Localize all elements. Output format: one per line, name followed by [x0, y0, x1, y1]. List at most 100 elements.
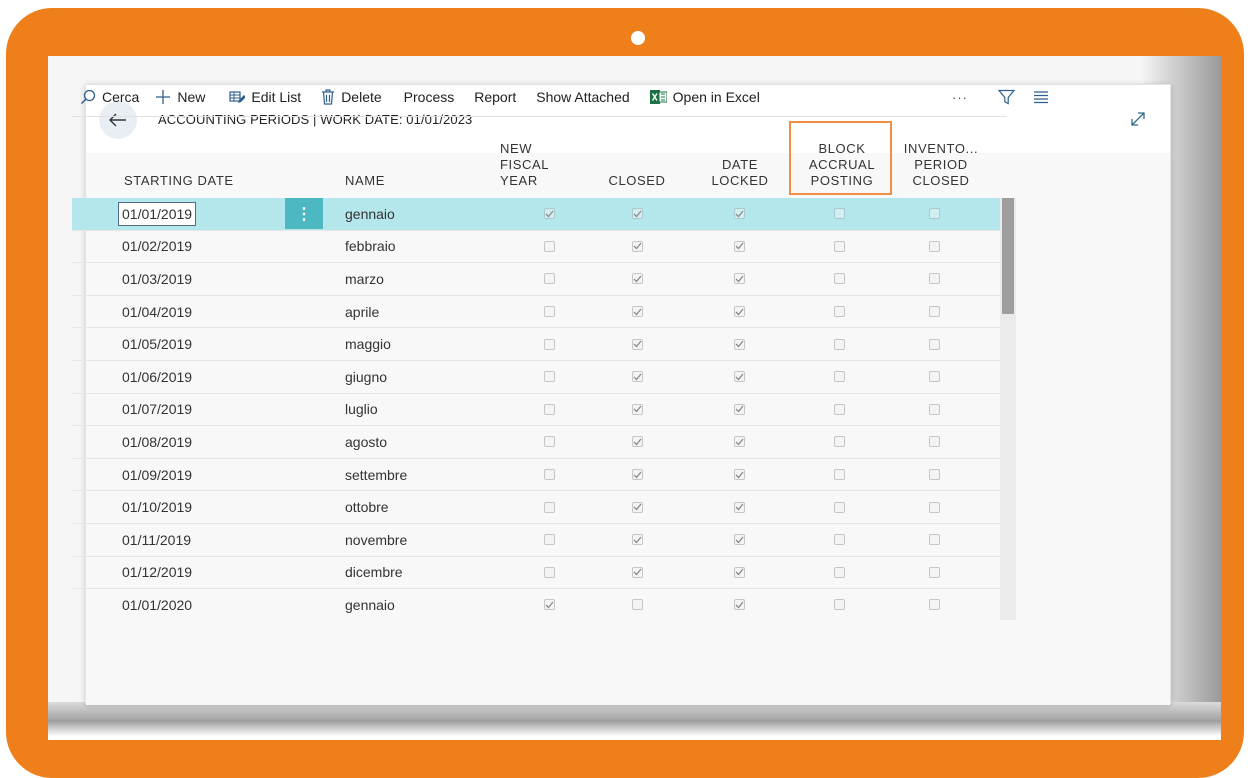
- inventory-closed-checkbox[interactable]: [928, 566, 940, 578]
- name-cell[interactable]: giugno: [345, 361, 455, 393]
- vertical-scrollbar[interactable]: [1000, 198, 1016, 620]
- block-accrual-checkbox[interactable]: [833, 599, 845, 611]
- block-accrual-checkbox[interactable]: [833, 240, 845, 252]
- scrollbar-thumb[interactable]: [1002, 198, 1014, 314]
- name-cell[interactable]: gennaio: [345, 589, 455, 620]
- block-accrual-checkbox[interactable]: [833, 534, 845, 546]
- closed-checkbox[interactable]: [631, 436, 643, 448]
- starting-date-cell[interactable]: 01/08/2019: [122, 426, 242, 458]
- inventory-closed-checkbox[interactable]: [928, 240, 940, 252]
- col-closed[interactable]: CLOSED: [607, 173, 667, 189]
- table-row[interactable]: 01/11/2019 novembre: [72, 524, 1000, 557]
- name-cell[interactable]: maggio: [345, 328, 455, 360]
- date-locked-checkbox[interactable]: [733, 403, 745, 415]
- closed-checkbox[interactable]: [631, 240, 643, 252]
- starting-date-cell[interactable]: 01/01/2019: [118, 198, 242, 230]
- date-locked-checkbox[interactable]: [733, 566, 745, 578]
- table-row[interactable]: 01/05/2019 maggio: [72, 328, 1000, 361]
- more-actions-button[interactable]: ···: [946, 82, 974, 112]
- table-row[interactable]: 01/01/2019 ⋮ gennaio: [72, 198, 1000, 231]
- new-fiscal-year-checkbox[interactable]: [543, 501, 555, 513]
- new-fiscal-year-checkbox[interactable]: [543, 534, 555, 546]
- starting-date-cell[interactable]: 01/03/2019: [122, 263, 242, 295]
- new-fiscal-year-checkbox[interactable]: [543, 599, 555, 611]
- starting-date-cell[interactable]: 01/07/2019: [122, 394, 242, 426]
- closed-checkbox[interactable]: [631, 208, 643, 220]
- date-locked-checkbox[interactable]: [733, 436, 745, 448]
- show-attached-button[interactable]: Show Attached: [528, 82, 637, 112]
- table-row[interactable]: 01/07/2019 luglio: [72, 394, 1000, 427]
- col-inventory-period-closed[interactable]: INVENTO... PERIOD CLOSED: [896, 141, 986, 189]
- inventory-closed-checkbox[interactable]: [928, 534, 940, 546]
- table-row[interactable]: 01/04/2019 aprile: [72, 296, 1000, 329]
- closed-checkbox[interactable]: [631, 599, 643, 611]
- table-row[interactable]: 01/09/2019 settembre: [72, 459, 1000, 492]
- name-cell[interactable]: aprile: [345, 296, 455, 328]
- date-locked-checkbox[interactable]: [733, 208, 745, 220]
- new-fiscal-year-checkbox[interactable]: [543, 436, 555, 448]
- date-locked-checkbox[interactable]: [733, 306, 745, 318]
- date-locked-checkbox[interactable]: [733, 599, 745, 611]
- closed-checkbox[interactable]: [631, 534, 643, 546]
- closed-checkbox[interactable]: [631, 273, 643, 285]
- new-fiscal-year-checkbox[interactable]: [543, 273, 555, 285]
- closed-checkbox[interactable]: [631, 403, 643, 415]
- block-accrual-checkbox[interactable]: [833, 371, 845, 383]
- col-name[interactable]: NAME: [345, 173, 385, 189]
- date-locked-checkbox[interactable]: [733, 371, 745, 383]
- edit-list-button[interactable]: Edit List: [221, 82, 309, 112]
- new-fiscal-year-checkbox[interactable]: [543, 208, 555, 220]
- closed-checkbox[interactable]: [631, 338, 643, 350]
- block-accrual-checkbox[interactable]: [833, 436, 845, 448]
- inventory-closed-checkbox[interactable]: [928, 599, 940, 611]
- block-accrual-checkbox[interactable]: [833, 273, 845, 285]
- block-accrual-checkbox[interactable]: [833, 338, 845, 350]
- table-row[interactable]: 01/06/2019 giugno: [72, 361, 1000, 394]
- date-locked-checkbox[interactable]: [733, 469, 745, 481]
- closed-checkbox[interactable]: [631, 469, 643, 481]
- block-accrual-checkbox[interactable]: [833, 469, 845, 481]
- inventory-closed-checkbox[interactable]: [928, 436, 940, 448]
- name-cell[interactable]: febbraio: [345, 231, 455, 263]
- table-row[interactable]: 01/08/2019 agosto: [72, 426, 1000, 459]
- inventory-closed-checkbox[interactable]: [928, 208, 940, 220]
- inventory-closed-checkbox[interactable]: [928, 501, 940, 513]
- table-row[interactable]: 01/03/2019 marzo: [72, 263, 1000, 296]
- starting-date-cell[interactable]: 01/12/2019: [122, 557, 242, 589]
- new-fiscal-year-checkbox[interactable]: [543, 403, 555, 415]
- closed-checkbox[interactable]: [631, 566, 643, 578]
- inventory-closed-checkbox[interactable]: [928, 371, 940, 383]
- search-button[interactable]: Cerca: [72, 82, 147, 112]
- date-locked-checkbox[interactable]: [733, 534, 745, 546]
- process-menu[interactable]: Process: [396, 82, 463, 112]
- name-cell[interactable]: novembre: [345, 524, 455, 556]
- starting-date-cell[interactable]: 01/01/2020: [122, 589, 242, 620]
- starting-date-cell[interactable]: 01/02/2019: [122, 231, 242, 263]
- name-cell[interactable]: agosto: [345, 426, 455, 458]
- starting-date-cell[interactable]: 01/11/2019: [122, 524, 242, 556]
- inventory-closed-checkbox[interactable]: [928, 306, 940, 318]
- delete-button[interactable]: Delete: [313, 82, 389, 112]
- date-locked-checkbox[interactable]: [733, 501, 745, 513]
- col-starting-date[interactable]: STARTING DATE: [124, 173, 234, 189]
- col-new-fiscal-year[interactable]: NEW FISCAL YEAR: [500, 141, 560, 189]
- open-in-excel-button[interactable]: Open in Excel: [642, 82, 768, 112]
- new-fiscal-year-checkbox[interactable]: [543, 566, 555, 578]
- row-actions-button[interactable]: ⋮: [285, 198, 323, 230]
- block-accrual-checkbox[interactable]: [833, 403, 845, 415]
- expand-button[interactable]: [1128, 109, 1148, 129]
- block-accrual-checkbox[interactable]: [833, 501, 845, 513]
- name-cell[interactable]: settembre: [345, 459, 455, 491]
- starting-date-cell[interactable]: 01/04/2019: [122, 296, 242, 328]
- starting-date-cell[interactable]: 01/10/2019: [122, 491, 242, 523]
- block-accrual-checkbox[interactable]: [833, 208, 845, 220]
- table-row[interactable]: 01/01/2020 gennaio: [72, 589, 1000, 620]
- date-locked-checkbox[interactable]: [733, 338, 745, 350]
- name-cell[interactable]: marzo: [345, 263, 455, 295]
- date-locked-checkbox[interactable]: [733, 240, 745, 252]
- table-row[interactable]: 01/10/2019 ottobre: [72, 491, 1000, 524]
- new-fiscal-year-checkbox[interactable]: [543, 371, 555, 383]
- closed-checkbox[interactable]: [631, 501, 643, 513]
- name-cell[interactable]: ottobre: [345, 491, 455, 523]
- block-accrual-checkbox[interactable]: [833, 306, 845, 318]
